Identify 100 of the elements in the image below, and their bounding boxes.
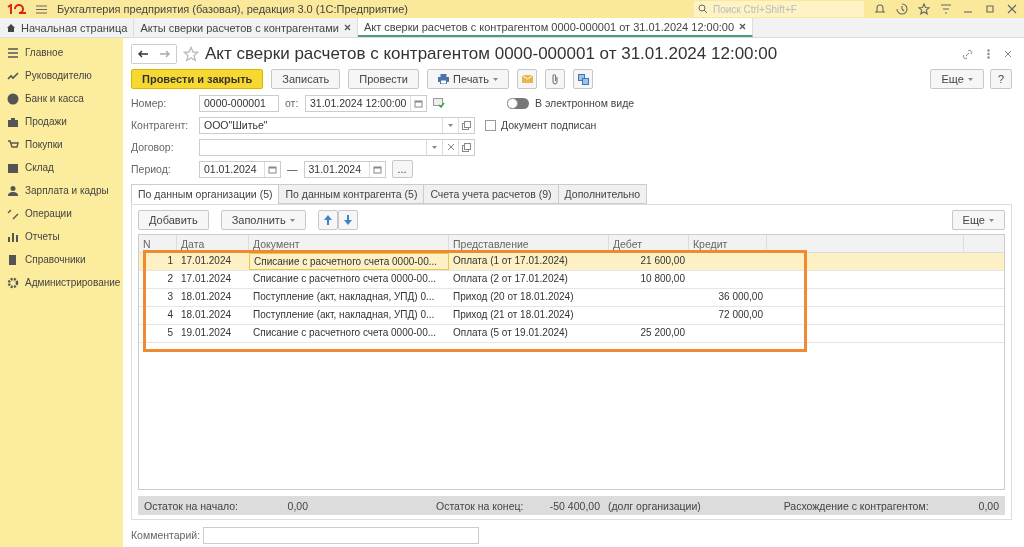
envelope-icon [521, 75, 533, 83]
save-button[interactable]: Записать [271, 69, 341, 89]
more-button[interactable]: Еще [930, 69, 984, 89]
more-button[interactable]: Еще [951, 210, 1005, 230]
checkbox-label: Документ подписан [501, 119, 597, 131]
table-cell-text: 1 [166, 254, 174, 268]
tab[interactable]: Дополнительно [557, 184, 648, 204]
sidebar-item[interactable]: Операции [0, 202, 123, 225]
filter-icon[interactable] [940, 3, 952, 15]
period-end-input[interactable]: 31.01.2024 [304, 163, 369, 175]
attach-button[interactable] [545, 69, 566, 89]
period-start-input[interactable]: 01.01.2024 [200, 163, 264, 175]
open-icon[interactable] [462, 120, 471, 130]
app-title: Бухгалтерия предприятия (базовая), редакция 3.0 (1С:Предприятие) [57, 3, 409, 15]
table-cell: Списание с расчетного счета 0000-00... [249, 253, 449, 270]
star-icon[interactable] [918, 3, 930, 15]
caret-icon [289, 218, 295, 222]
contract-field[interactable] [199, 138, 475, 156]
field-label: Контрагент: [131, 119, 190, 131]
sidebar-item[interactable]: Зарплата и кадры [0, 179, 123, 202]
summary-label: Остаток на начало: [144, 499, 240, 512]
table-row[interactable]: 3 18.01.2024 Поступление (акт, накладная, УПД) 0... Приход (20 от 18.01.2024) 36 000,00 [139, 289, 1004, 307]
close-icon[interactable] [1006, 3, 1018, 15]
calendar-icon[interactable] [414, 98, 423, 108]
table-cell-text: 21 600,00 [639, 254, 686, 268]
sidebar-item[interactable]: Справочники [0, 248, 123, 271]
tab[interactable]: По данным организации (5) [131, 184, 280, 204]
field-label: Номер: [131, 97, 168, 109]
table-cell-text: 18.01.2024 [180, 308, 233, 322]
calendar-icon[interactable] [268, 164, 277, 174]
move-up-button[interactable] [317, 210, 338, 230]
email-button[interactable] [517, 69, 538, 89]
sidebar-item[interactable]: Склад [0, 156, 123, 179]
restore-icon[interactable] [984, 3, 996, 15]
search-field[interactable]: Поиск Ctrl+Shift+F [694, 1, 864, 17]
close-icon[interactable] [1004, 50, 1012, 58]
fill-button[interactable]: Заполнить [220, 210, 306, 230]
close-icon[interactable] [739, 23, 747, 30]
table-cell-text: 17.01.2024 [180, 272, 233, 286]
table-row[interactable]: 4 18.01.2024 Поступление (акт, накладная, УПД) 0... Приход (21 от 18.01.2024) 72 000,00 [139, 307, 1004, 325]
arrow-down-icon [343, 215, 352, 225]
print-button[interactable]: Печать [427, 69, 510, 89]
settings-icon [7, 276, 19, 289]
sidebar-item[interactable]: Покупки [0, 133, 123, 156]
table-cell-text: Поступление (акт, накладная, УПД) 0... [252, 308, 436, 322]
counterparty-input[interactable]: ООО"Шитье" [200, 119, 442, 131]
caret-icon [989, 218, 994, 222]
table-cell-text: Списание с расчетного счета 0000-00... [252, 326, 438, 340]
help-button[interactable]: ? [989, 69, 1012, 89]
move-down-button[interactable] [337, 210, 358, 230]
link-icon[interactable] [962, 48, 973, 60]
table-row[interactable]: 2 17.01.2024 Списание с расчетного счета 0000-00... Оплата (2 от 17.01.2024) 10 800,00 [139, 271, 1004, 289]
documents-icon [577, 73, 589, 85]
structure-button[interactable] [573, 69, 594, 89]
history-icon[interactable] [896, 3, 908, 15]
summary-value: -50 400,00 [548, 499, 600, 512]
period-end-field[interactable]: 31.01.2024 [303, 160, 386, 178]
period-start-field[interactable]: 01.01.2024 [199, 160, 281, 178]
table-cell-text: Поступление (акт, накладная, УПД) 0... [252, 290, 436, 304]
arrow-left-icon [138, 50, 148, 58]
paperclip-icon [551, 73, 560, 85]
open-icon[interactable] [462, 142, 471, 152]
table-row[interactable]: 5 19.01.2024 Списание с расчетного счета 0000-00... Оплата (5 от 19.01.2024) 25 200,00 [139, 325, 1004, 343]
caret-icon [967, 77, 973, 81]
star-icon[interactable] [183, 46, 199, 62]
close-icon[interactable] [343, 24, 351, 31]
cart-icon [7, 138, 19, 151]
tab[interactable]: По данным контрагента (5) [278, 184, 425, 204]
date-input[interactable]: 31.01.2024 12:00:00 [306, 97, 410, 109]
sidebar-item[interactable]: Главное [0, 41, 123, 64]
bell-icon[interactable] [874, 3, 886, 15]
table-cell-text: 4 [166, 308, 174, 322]
post-button[interactable]: Провести [348, 69, 419, 89]
sidebar-item[interactable]: Руководителю [0, 64, 123, 87]
post-and-close-button[interactable]: Провести и закрыть [131, 69, 264, 89]
counterparty-field[interactable]: ООО"Шитье" [199, 116, 475, 134]
clear-icon[interactable] [447, 144, 454, 150]
calendar-icon[interactable] [372, 164, 382, 174]
sidebar-item[interactable]: Администрирование [0, 271, 123, 294]
toggle-label: В электронном виде [535, 97, 635, 109]
coin-icon [7, 92, 19, 105]
period-select-button[interactable]: ... [391, 160, 413, 178]
tab[interactable]: Акт сверки расчетов с контрагентом 0000-000001 от 31.01.2024 12:00:00 [357, 18, 754, 37]
search-input[interactable]: Поиск Ctrl+Shift+F [711, 2, 851, 16]
sidebar-item[interactable]: Банк и касса [0, 87, 123, 110]
document-check-icon[interactable] [433, 98, 445, 108]
sidebar-item[interactable]: Отчеты [0, 225, 123, 248]
table-cell-text: 18.01.2024 [180, 290, 233, 304]
sidebar-item[interactable]: Продажи [0, 110, 123, 133]
add-button[interactable]: Добавить [138, 210, 209, 230]
period-dash: — [287, 163, 298, 175]
date-field[interactable]: 31.01.2024 12:00:00 [305, 94, 427, 112]
electronic-toggle[interactable] [507, 97, 529, 109]
menu-icon[interactable] [36, 4, 47, 14]
table-cell-text: Оплата (1 от 17.01.2024) [452, 254, 569, 268]
table-row[interactable]: 1 17.01.2024 Списание с расчетного счета 0000-00... Оплата (1 от 17.01.2024) 21 600,00 [139, 253, 1004, 271]
chart-icon [7, 69, 19, 82]
more-icon[interactable] [987, 49, 990, 59]
tab[interactable]: Счета учета расчетов (9) [423, 184, 559, 204]
signed-checkbox[interactable] [485, 119, 496, 131]
